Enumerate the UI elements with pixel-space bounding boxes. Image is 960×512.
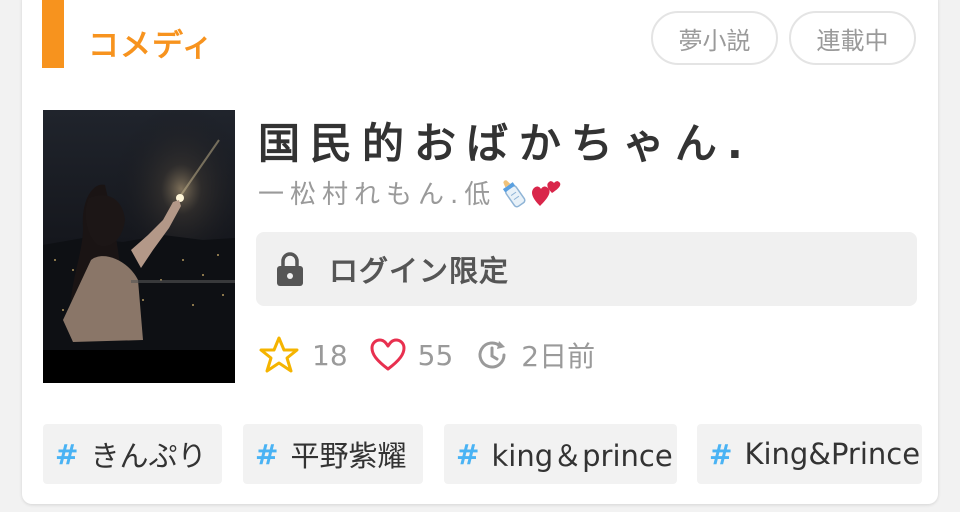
status-badge: 連載中 <box>789 11 916 65</box>
hash-icon: # <box>709 437 733 471</box>
last-updated-value: 2日前 <box>521 340 596 373</box>
tag-item[interactable]: # 平野紫耀 <box>243 424 423 484</box>
login-required-label: ログイン限定 <box>329 254 510 288</box>
last-updated: 2日前 <box>475 335 595 375</box>
hash-icon: # <box>456 437 480 471</box>
story-title[interactable]: 国民的おばかちゃん. <box>258 110 753 171</box>
tag-label: 平野紫耀 <box>290 439 407 473</box>
tag-label: King&Prince <box>744 437 921 471</box>
tag-label: きんぷり <box>90 439 207 473</box>
hash-icon: # <box>55 437 79 471</box>
genre-label[interactable]: コメディ <box>88 20 214 65</box>
like-count[interactable]: 55 <box>370 338 454 372</box>
star-count-value: 18 <box>312 338 348 372</box>
story-stats: 18 55 2日前 <box>258 332 617 378</box>
author-name: 一松村れもん.低 <box>258 180 497 210</box>
baby-bottle-icon <box>503 179 526 207</box>
cover-image[interactable] <box>43 110 235 383</box>
like-count-value: 55 <box>417 338 454 372</box>
heart-icon <box>370 338 406 371</box>
login-required-notice[interactable]: ログイン限定 <box>256 232 917 306</box>
genre-accent-bar <box>42 0 64 68</box>
two-hearts-icon <box>532 180 561 206</box>
lock-icon <box>277 252 303 286</box>
star-icon <box>259 336 299 373</box>
dream-novel-badge: 夢小説 <box>651 11 778 65</box>
cover-photo-night-scene <box>43 110 235 383</box>
tag-item[interactable]: # king＆prince <box>444 424 677 484</box>
hash-icon: # <box>255 437 279 471</box>
tag-item[interactable]: # King&Prince <box>697 424 922 484</box>
author-line[interactable]: 一松村れもん.低 <box>258 174 564 211</box>
history-clock-icon <box>478 341 506 369</box>
tag-label: king＆prince <box>491 439 673 473</box>
star-count[interactable]: 18 <box>258 335 348 375</box>
tag-item[interactable]: # きんぷり <box>43 424 222 484</box>
